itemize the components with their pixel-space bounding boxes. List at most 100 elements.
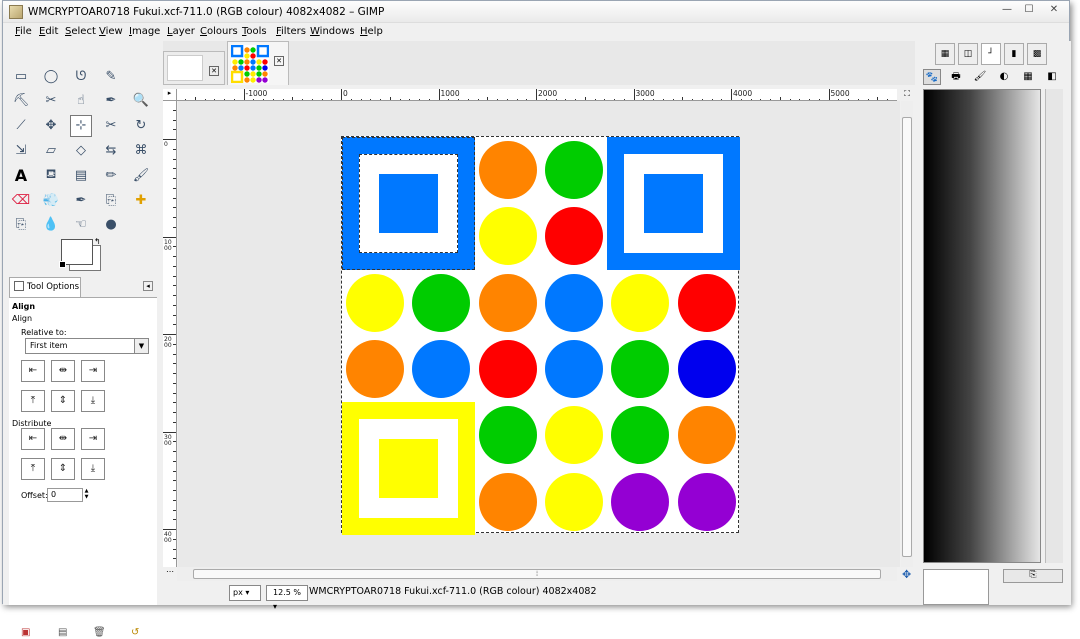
airbrush-icon[interactable]: 💨 (40, 189, 62, 211)
quick-mask-icon[interactable]: ⋯ (163, 567, 177, 581)
image-tab-active[interactable]: ✕ (227, 41, 289, 85)
bucket-fill-icon[interactable]: ⛾ (40, 164, 62, 186)
swap-colors-icon[interactable]: ↰ (94, 237, 101, 246)
heal-icon[interactable]: ✚ (130, 189, 152, 211)
fonts-tab[interactable]: ▩ (1027, 43, 1047, 65)
navigate-icon[interactable]: ✥ (902, 568, 911, 581)
horizontal-scrollbar[interactable]: ⦙ (177, 567, 897, 581)
move-icon[interactable]: ✥ (40, 115, 62, 137)
restore-options-icon[interactable]: ▤ (58, 627, 70, 639)
zoom-fit-icon[interactable]: ⛶ (901, 89, 913, 101)
eraser-icon[interactable]: ⌫ (10, 189, 32, 211)
gradients-tab[interactable]: ▮ (1004, 43, 1024, 65)
tab-tool-options[interactable]: Tool Options (9, 277, 81, 297)
distribute-right-edge-button[interactable]: ⇥ (81, 428, 105, 450)
clone-icon[interactable]: ⎘ (100, 189, 122, 211)
menu-edit[interactable]: Edit (39, 26, 58, 37)
distribute-bottom-edge-button[interactable]: ⤓ (81, 458, 105, 480)
canvas[interactable] (178, 101, 900, 567)
smudge-icon[interactable]: ☜ (70, 214, 92, 236)
brush-preview[interactable] (923, 569, 989, 605)
menu-file[interactable]: File (15, 26, 32, 37)
gradient-preview[interactable] (923, 89, 1041, 563)
document-history-icon[interactable]: ◧ (1043, 69, 1061, 85)
align-right-edge-button[interactable]: ⇥ (81, 360, 105, 382)
patterns-tab[interactable]: ▦ (935, 43, 955, 65)
close-icon[interactable]: ✕ (209, 66, 219, 76)
align-top-edge-button[interactable]: ⤒ (21, 390, 45, 412)
zoom-icon[interactable]: 🔍 (130, 90, 152, 112)
tool-presets-icon[interactable]: 🐾 (923, 69, 941, 85)
scale-icon[interactable]: ⇲ (10, 139, 32, 161)
menu-windows[interactable]: Windows (310, 26, 355, 37)
vertical-ruler[interactable]: 01000200030004000 (163, 101, 177, 567)
distribute-top-edge-button[interactable]: ⤒ (21, 458, 45, 480)
menu-filters[interactable]: Filters (276, 26, 306, 37)
align-v-center-button[interactable]: ⇕ (51, 390, 75, 412)
paths-icon[interactable]: ✒ (100, 90, 122, 112)
brushes-tab[interactable]: ┘ (981, 43, 1001, 65)
fuzzy-select-icon[interactable]: ✎ (100, 65, 122, 87)
distribute-left-edge-button[interactable]: ⇤ (21, 428, 45, 450)
paintbrush-icon[interactable]: 🖌 (130, 164, 152, 186)
panel-menu-icon[interactable]: ◂ (143, 281, 153, 291)
foreground-select-icon[interactable]: ☝ (70, 90, 92, 112)
perspective-icon[interactable]: ◇ (70, 139, 92, 161)
text-icon[interactable]: A (10, 164, 32, 186)
image-layer[interactable] (341, 136, 739, 533)
measure-icon[interactable]: ⟋ (10, 115, 32, 137)
zoom-select[interactable]: 12.5 % ▾ (266, 585, 308, 601)
relative-to-select[interactable]: First item▼ (25, 338, 149, 354)
scissors-select-icon[interactable]: ✂ (40, 90, 62, 112)
rect-select-icon[interactable]: ▭ (10, 65, 32, 87)
align-bottom-edge-button[interactable]: ⤓ (81, 390, 105, 412)
dodge-burn-icon[interactable]: ● (100, 214, 122, 236)
reset-options-icon[interactable]: ↺ (131, 627, 143, 639)
unit-select[interactable]: px ▾ (229, 585, 261, 601)
ink-icon[interactable]: ✒ (70, 189, 92, 211)
rotate-icon[interactable]: ↻ (130, 115, 152, 137)
blend-icon[interactable]: ▤ (70, 164, 92, 186)
shear-icon[interactable]: ▱ (40, 139, 62, 161)
offset-field[interactable]: 0 (47, 488, 83, 502)
menu-view[interactable]: View (99, 26, 123, 37)
flip-icon[interactable]: ⇆ (100, 139, 122, 161)
align-left-edge-button[interactable]: ⇤ (21, 360, 45, 382)
align-icon[interactable]: ⊹ (70, 115, 92, 137)
menu-select[interactable]: Select (65, 26, 96, 37)
distribute-h-center-button[interactable]: ⇹ (51, 428, 75, 450)
close-icon[interactable]: ✕ (274, 56, 284, 66)
close-button[interactable]: ✕ (1041, 2, 1067, 20)
delete-options-icon[interactable]: 🗑 (93, 627, 105, 639)
offset-stepper[interactable]: ▲▼ (83, 488, 90, 502)
distribute-v-center-button[interactable]: ⇕ (51, 458, 75, 480)
menu-layer[interactable]: Layer (167, 26, 195, 37)
brush-icon[interactable]: 🖌 (971, 69, 989, 85)
menu-colours[interactable]: Colours (200, 26, 238, 37)
fg-bg-colors[interactable]: ↰ (61, 239, 103, 273)
blur-icon[interactable]: 💧 (40, 214, 62, 236)
align-h-center-button[interactable]: ⇹ (51, 360, 75, 382)
palettes-tab[interactable]: ◫ (958, 43, 978, 65)
scroll-thumb[interactable] (902, 117, 912, 557)
patterns-icon[interactable]: ▦ (1019, 69, 1037, 85)
menu-tools[interactable]: Tools (242, 26, 267, 37)
perspective-clone-icon[interactable]: ⎘ (10, 214, 32, 236)
vertical-scrollbar[interactable] (901, 101, 913, 567)
cage-transform-icon[interactable]: ⌘ (130, 139, 152, 161)
reset-colors-icon[interactable] (59, 261, 66, 268)
dock-scrollbar[interactable] (1045, 89, 1063, 563)
edit-brush-button[interactable]: ⎘ (1003, 569, 1063, 583)
image-tab-blank[interactable]: ✕ (163, 51, 225, 85)
pencil-icon[interactable]: ✏ (100, 164, 122, 186)
horizontal-ruler[interactable]: -1000010002000300040005000 (177, 89, 897, 101)
scroll-thumb[interactable]: ⦙ (193, 569, 881, 579)
dynamics-icon[interactable]: ◐ (995, 69, 1013, 85)
minimize-button[interactable]: — (996, 2, 1018, 20)
ellipse-select-icon[interactable]: ◯ (40, 65, 62, 87)
menu-image[interactable]: Image (129, 26, 160, 37)
free-select-icon[interactable]: ᘎ (70, 65, 92, 87)
save-options-icon[interactable]: ▣ (21, 627, 33, 639)
menu-help[interactable]: Help (360, 26, 383, 37)
crop-icon[interactable]: ✂ (100, 115, 122, 137)
